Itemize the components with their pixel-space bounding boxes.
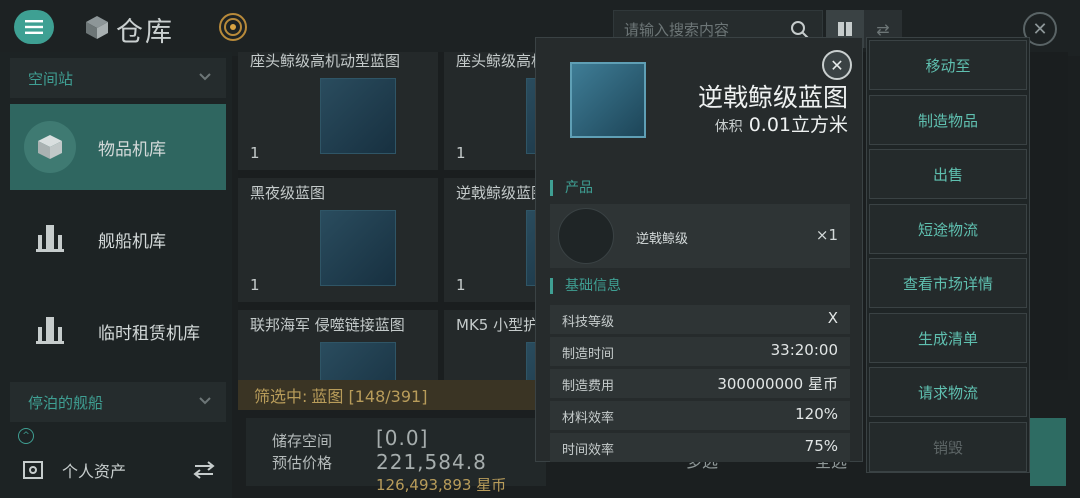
product-row[interactable]: 逆戟鲸级 ×1: [550, 204, 850, 268]
sidebar-item-item-hangar[interactable]: 物品机库: [10, 104, 226, 190]
item-name: 逆戟鲸级蓝图: [456, 184, 547, 202]
item-qty: 1: [250, 276, 260, 294]
item-qty: 1: [250, 144, 260, 162]
swap-arrows-icon[interactable]: [192, 460, 216, 480]
short-logistics-button[interactable]: 短途物流: [869, 204, 1027, 254]
sidebar-item-ship-hangar[interactable]: 舰船机库: [10, 196, 226, 282]
filter-value: 蓝图 [148/391]: [311, 387, 428, 406]
blueprint-title: 逆戟鲸级蓝图: [697, 83, 848, 112]
cube-icon: [86, 16, 108, 39]
move-to-button[interactable]: 移动至: [869, 40, 1027, 90]
box-icon: [24, 121, 76, 173]
expand-up-icon[interactable]: ^: [18, 428, 34, 444]
info-section-title: 基础信息: [550, 278, 621, 294]
action-menu: 移动至 制造物品 出售 短途物流 查看市场详情 生成清单 请求物流 销毁: [866, 37, 1030, 473]
personal-assets-button[interactable]: 个人资产: [10, 448, 226, 492]
item-name: 座头鲸级高机动型蓝图: [250, 52, 401, 70]
section-station[interactable]: 空间站: [10, 58, 226, 98]
personal-assets-label: 个人资产: [62, 462, 127, 481]
safe-icon: [23, 461, 43, 479]
close-icon[interactable]: ✕: [822, 50, 852, 80]
estimated-price-label: 预估价格: [272, 454, 333, 472]
request-logistics-button[interactable]: 请求物流: [869, 367, 1027, 417]
product-name: 逆戟鲸级: [636, 232, 689, 247]
info-value: 75%: [804, 437, 838, 455]
destroy-button[interactable]: 销毁: [869, 422, 1027, 472]
info-key: 科技等级: [562, 315, 615, 330]
info-row-time-efficiency: 时间效率 75%: [550, 433, 850, 462]
manufacture-button[interactable]: 制造物品: [869, 95, 1027, 145]
storage-panel: 储存空间 预估价格 [0.0] 221,584.8 126,493,893 星币: [246, 418, 546, 494]
storage-space-value: [0.0] 221,584.8: [376, 426, 487, 474]
confirm-button[interactable]: [1030, 418, 1066, 486]
ship-icon: [24, 305, 76, 357]
info-value: 120%: [795, 405, 838, 423]
hamburger-icon: [25, 20, 43, 34]
target-ring-icon[interactable]: [218, 12, 248, 42]
product-section-title: 产品: [550, 180, 593, 196]
sell-button[interactable]: 出售: [869, 149, 1027, 199]
blueprint-image: [570, 62, 646, 138]
blueprint-thumbnail: [320, 78, 396, 154]
grid-item[interactable]: 座头鲸级高机动型蓝图 1: [238, 52, 438, 170]
blueprint-thumbnail: [320, 342, 396, 380]
item-name: 联邦海军 侵噬链接蓝图: [250, 316, 405, 334]
info-value: 300000000 星币: [717, 375, 838, 393]
ship-thumbnail: [558, 208, 614, 264]
volume: 体积 0.01立方米: [715, 110, 848, 137]
item-qty: 1: [456, 144, 466, 162]
filter-bar[interactable]: 筛选中: 蓝图 [148/391]: [238, 380, 538, 410]
menu-button[interactable]: [14, 10, 54, 44]
estimated-price-value: 126,493,893 星币: [376, 476, 507, 494]
info-row-build-cost: 制造费用 300000000 星币: [550, 369, 850, 398]
info-row-material-efficiency: 材料效率 120%: [550, 401, 850, 430]
volume-value: 0.01立方米: [748, 114, 848, 136]
chevron-down-icon: [199, 397, 211, 405]
blueprint-detail-panel: ✕ 逆戟鲸级蓝图 体积 0.01立方米 产品 逆戟鲸级 ×1 基础信息 科技等级 …: [535, 37, 863, 462]
section-docked-ships[interactable]: 停泊的舰船: [10, 382, 226, 422]
filter-label: 筛选中:: [254, 387, 308, 406]
info-key: 制造时间: [562, 347, 615, 362]
ship-icon: [24, 213, 76, 265]
info-key: 制造费用: [562, 379, 615, 394]
info-value: 33:20:00: [770, 341, 838, 359]
chevron-down-icon: [199, 73, 211, 81]
item-qty: 1: [456, 276, 466, 294]
sidebar-item-label: 舰船机库: [98, 231, 166, 252]
section-docked-label: 停泊的舰船: [28, 393, 104, 412]
sidebar-item-rental-hangar[interactable]: 临时租赁机库: [10, 288, 226, 374]
info-key: 时间效率: [562, 443, 615, 458]
sidebar-item-label: 物品机库: [98, 139, 166, 160]
info-value: X: [827, 309, 838, 327]
sidebar-item-label: 临时租赁机库: [98, 323, 200, 344]
sidebar: 空间站 物品机库 舰船机库 临时租赁机库 停泊的舰船 ^ 个人资产: [0, 52, 232, 498]
blueprint-thumbnail: [320, 210, 396, 286]
info-row-build-time: 制造时间 33:20:00: [550, 337, 850, 366]
page-title: 仓库: [116, 17, 174, 48]
generate-list-button[interactable]: 生成清单: [869, 313, 1027, 363]
info-row-tech-level: 科技等级 X: [550, 305, 850, 334]
volume-label: 体积: [714, 119, 743, 135]
info-key: 材料效率: [562, 411, 615, 426]
storage-space-label: 储存空间: [272, 432, 333, 450]
grid-item[interactable]: 黑夜级蓝图 1: [238, 178, 438, 302]
grid-item[interactable]: 联邦海军 侵噬链接蓝图: [238, 310, 438, 380]
item-name: 黑夜级蓝图: [250, 184, 326, 202]
product-qty: ×1: [815, 226, 838, 244]
market-details-button[interactable]: 查看市场详情: [869, 258, 1027, 308]
section-station-label: 空间站: [28, 69, 74, 88]
